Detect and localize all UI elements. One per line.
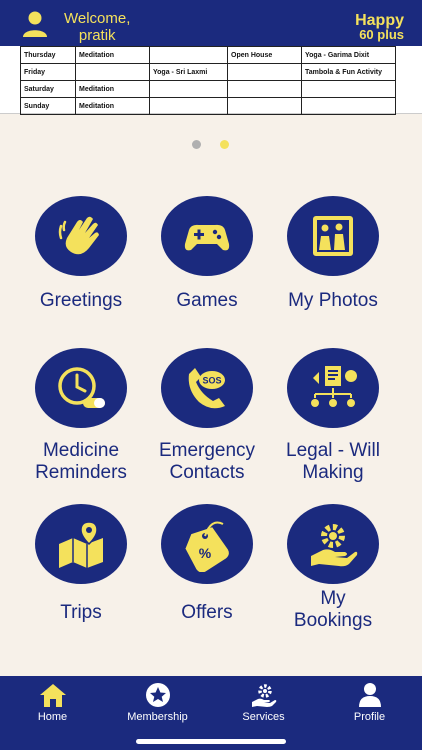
tile-emergency-contacts-label-2: Contacts xyxy=(169,462,245,483)
star-badge-icon xyxy=(145,683,170,707)
tile-medicine-reminders-label-1: Medicine xyxy=(42,440,120,461)
svg-text:SOS: SOS xyxy=(202,376,221,386)
carousel-dot-1[interactable] xyxy=(192,140,201,149)
svg-text:%: % xyxy=(199,545,212,561)
tile-greetings-label: Greetings xyxy=(39,290,123,311)
schedule-cell xyxy=(149,97,228,115)
schedule-cell: Yoga - Garima Dixit xyxy=(301,46,396,64)
schedule-cell: Yoga - Sri Laxmi xyxy=(149,63,228,81)
tile-trips-circle[interactable] xyxy=(35,504,127,584)
tile-medicine-reminders[interactable]: Medicine Reminders xyxy=(11,348,151,484)
schedule-cell xyxy=(227,97,302,115)
tile-offers-circle[interactable]: % xyxy=(161,504,253,584)
brand-line2: 60 plus xyxy=(359,27,404,42)
tile-my-photos[interactable]: My Photos xyxy=(263,196,403,312)
nav-services-label: Services xyxy=(242,711,285,723)
tile-my-bookings[interactable]: My Bookings xyxy=(263,504,403,632)
schedule-table: Thursday Meditation Open House Yoga - Garim… xyxy=(20,46,396,115)
tile-medicine-reminders-circle[interactable] xyxy=(35,348,127,428)
tile-games-label: Games xyxy=(176,290,238,311)
tile-games[interactable]: Games xyxy=(137,196,277,312)
schedule-cell: Meditation xyxy=(75,46,150,64)
brand-logo: Happy 60 plus xyxy=(355,12,404,42)
tile-my-bookings-label-2: Bookings xyxy=(293,610,373,631)
schedule-cell: Friday xyxy=(20,63,76,81)
tile-my-photos-label: My Photos xyxy=(288,290,378,311)
waving-hand-icon xyxy=(58,216,99,255)
discount-tag-icon: % xyxy=(185,521,229,572)
nav-profile-label: Profile xyxy=(353,711,386,723)
tile-legal-will[interactable]: Legal - Will Making xyxy=(263,348,403,484)
nav-membership[interactable]: Membership xyxy=(105,676,210,723)
welcome-username: pratik xyxy=(78,27,116,44)
tile-legal-will-label-1: Legal - Will xyxy=(286,440,380,461)
tile-greetings-circle[interactable] xyxy=(35,196,127,276)
schedule-cell: Open House xyxy=(227,46,302,64)
schedule-cell xyxy=(149,80,228,98)
legal-document-icon xyxy=(311,366,357,407)
home-indicator xyxy=(136,739,286,744)
schedule-row: Friday Yoga - Sri Laxmi Tambola & Fun Acti… xyxy=(20,63,396,81)
schedule-cell xyxy=(75,63,150,81)
schedule-row: Sunday Meditation xyxy=(20,97,396,115)
schedule-banner[interactable]: Thursday Meditation Open House Yoga - Garim… xyxy=(0,46,422,115)
tile-emergency-contacts-label-1: Emergency xyxy=(158,440,256,461)
nav-profile[interactable]: Profile xyxy=(317,676,422,723)
gear-hand-icon xyxy=(251,684,276,707)
nav-services[interactable]: Services xyxy=(211,676,316,723)
welcome-greeting: Welcome, xyxy=(64,10,131,27)
schedule-cell xyxy=(227,63,302,81)
tile-greetings[interactable]: Greetings xyxy=(11,196,151,312)
home-icon xyxy=(39,684,66,707)
tile-offers[interactable]: % Offers xyxy=(137,504,277,624)
tile-trips[interactable]: Trips xyxy=(11,504,151,624)
tile-my-bookings-label-1: My xyxy=(320,588,346,609)
schedule-cell: Meditation xyxy=(75,97,150,115)
schedule-cell xyxy=(301,80,396,98)
tile-trips-label: Trips xyxy=(60,602,102,623)
schedule-cell: Sunday xyxy=(20,97,76,115)
tile-games-circle[interactable] xyxy=(161,196,253,276)
schedule-cell xyxy=(301,97,396,115)
user-icon xyxy=(358,683,381,707)
schedule-row: Saturday Meditation xyxy=(20,80,396,98)
schedule-cell: Thursday xyxy=(20,46,76,64)
schedule-cell: Saturday xyxy=(20,80,76,98)
sos-phone-icon: SOS xyxy=(188,368,225,409)
welcome-text: Welcome, pratik xyxy=(64,10,130,44)
photo-album-icon xyxy=(313,216,353,256)
schedule-cell: Tambola & Fun Activity xyxy=(301,63,396,81)
tile-emergency-contacts[interactable]: SOS Emergency Contacts xyxy=(137,348,277,484)
schedule-cell: Meditation xyxy=(75,80,150,98)
tile-legal-will-label-2: Making xyxy=(302,462,364,483)
gear-hand-icon xyxy=(311,524,358,567)
clock-pill-icon xyxy=(58,367,105,408)
carousel-dot-2-active[interactable] xyxy=(220,140,229,149)
map-pin-icon xyxy=(59,521,103,568)
tile-my-photos-circle[interactable] xyxy=(287,196,379,276)
tile-offers-label: Offers xyxy=(181,602,233,623)
brand-line1: Happy xyxy=(355,12,404,29)
gamepad-icon xyxy=(184,224,230,251)
schedule-row: Thursday Meditation Open House Yoga - Garim… xyxy=(20,46,396,64)
app-header: Welcome, pratik Happy 60 plus xyxy=(0,0,422,46)
nav-membership-label: Membership xyxy=(127,711,188,723)
tile-emergency-contacts-circle[interactable]: SOS xyxy=(161,348,253,428)
tile-legal-will-circle[interactable] xyxy=(287,348,379,428)
tile-my-bookings-circle[interactable] xyxy=(287,504,379,584)
schedule-cell xyxy=(149,46,228,64)
user-avatar-icon[interactable] xyxy=(22,10,48,38)
nav-home-label: Home xyxy=(37,711,68,723)
nav-home[interactable]: Home xyxy=(0,676,105,723)
tile-medicine-reminders-label-2: Reminders xyxy=(35,462,127,483)
schedule-cell xyxy=(227,80,302,98)
